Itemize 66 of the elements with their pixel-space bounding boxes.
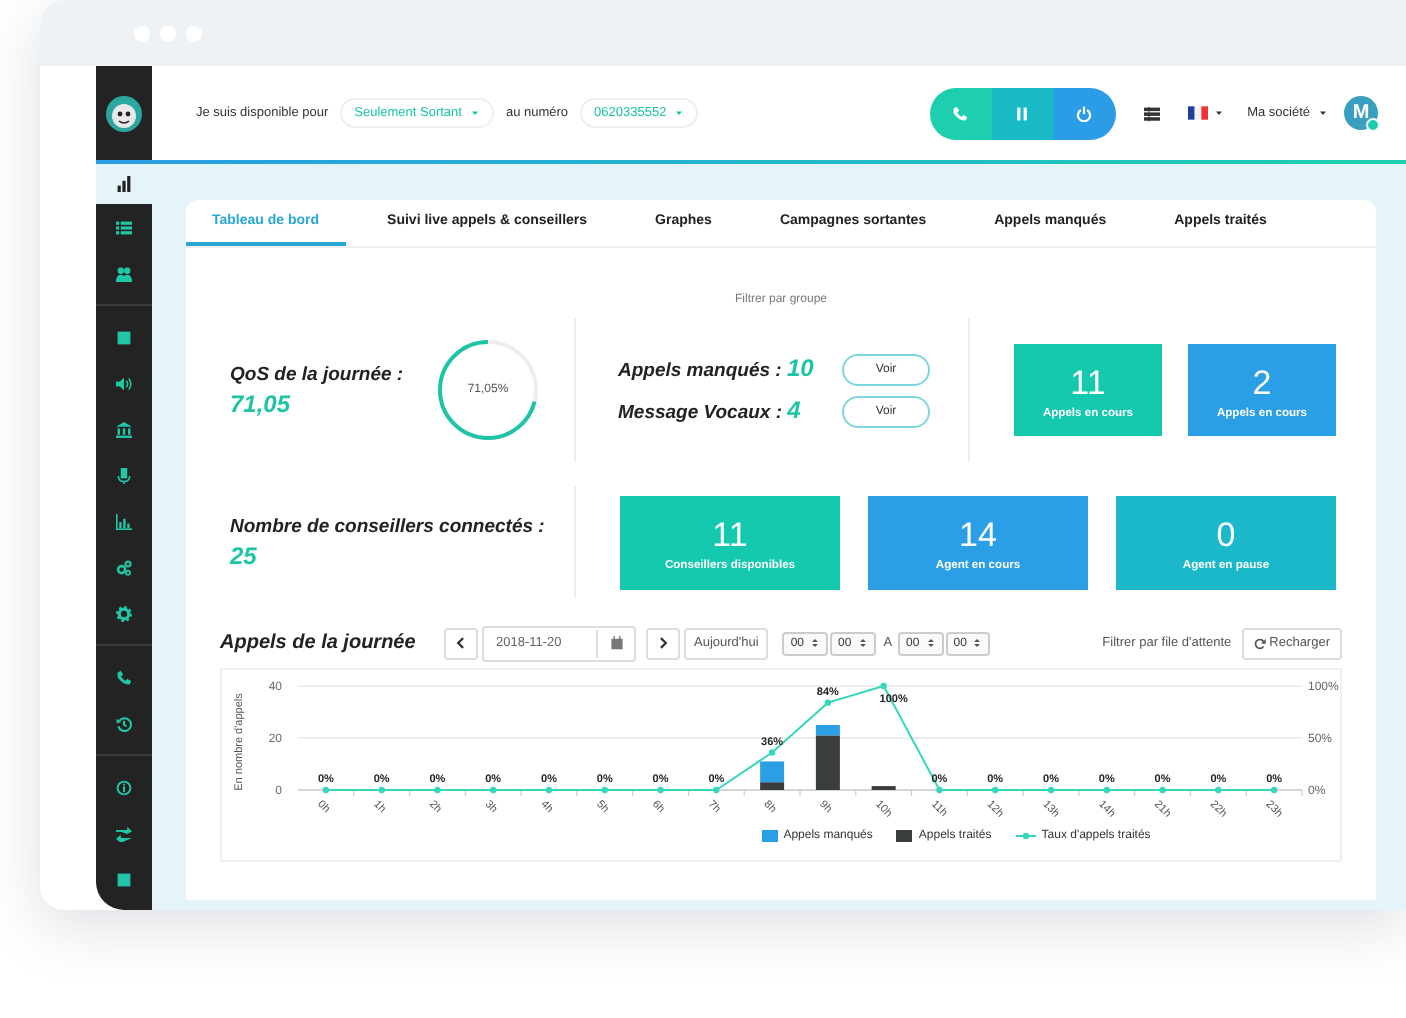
- spinner-icon: [925, 638, 936, 648]
- chart-point: [657, 786, 664, 794]
- users-icon: [116, 265, 132, 281]
- flag-icon: [1187, 106, 1208, 120]
- spinner-icon: [857, 638, 868, 648]
- refresh-icon: [1253, 637, 1266, 649]
- chart-point: [490, 786, 497, 794]
- chart-point: [601, 786, 608, 794]
- bar-chart-icon: [116, 176, 132, 192]
- info-icon: [116, 779, 132, 795]
- qos-text: QoS de la journée : 71,05: [230, 362, 404, 420]
- gear-icon: [116, 605, 132, 621]
- list-icon: [116, 219, 132, 235]
- stat-value: 14: [959, 517, 997, 553]
- sidebar-item[interactable]: [96, 164, 152, 204]
- speaker-icon: [116, 375, 132, 391]
- chart-point: [1103, 786, 1110, 794]
- phone-icon: [952, 105, 969, 121]
- cogs-icon: [116, 559, 132, 575]
- table-icon[interactable]: [1143, 105, 1160, 121]
- bank-icon: [116, 421, 132, 437]
- chevron-left-icon: [454, 636, 468, 650]
- chart-point: [1159, 786, 1166, 794]
- stat-value: 11: [712, 517, 748, 553]
- counter-text: Appels manqués : 10: [618, 353, 816, 385]
- pause-icon: [1014, 105, 1031, 121]
- chart-point: [434, 786, 441, 794]
- chart-point: [1270, 786, 1278, 794]
- next-day-button[interactable]: [646, 627, 680, 659]
- caret-icon: [469, 108, 480, 118]
- chart-point: [713, 786, 720, 794]
- chart-point: [378, 786, 385, 794]
- chart-point: [322, 786, 330, 794]
- spinner-icon: [972, 638, 983, 648]
- advisors-text: Nombre de conseillers connectés : 25: [227, 513, 547, 573]
- power-button[interactable]: [1053, 87, 1116, 139]
- legend-swatch: [896, 830, 913, 842]
- legend-swatch: [761, 830, 778, 842]
- chart-point: [936, 786, 943, 794]
- caret-icon: [1318, 108, 1328, 118]
- stat-value: 2: [1252, 365, 1272, 401]
- language-dropdown[interactable]: [1187, 106, 1224, 120]
- caret-icon: [1213, 108, 1224, 118]
- previous-day-button[interactable]: [444, 627, 478, 659]
- chevron-right-icon: [656, 636, 670, 650]
- chart-point: [824, 699, 832, 706]
- caret-icon: [674, 108, 685, 118]
- power-icon: [1076, 105, 1093, 121]
- spinner-icon: [810, 638, 821, 648]
- legend-line-swatch: [1015, 830, 1036, 842]
- chart-point: [1215, 786, 1222, 794]
- chart-point: [1047, 786, 1055, 794]
- chart-point: [768, 749, 776, 756]
- phone-icon: [116, 669, 132, 685]
- transfer-icon: [116, 825, 132, 841]
- chart-point: [992, 786, 999, 794]
- history-icon: [116, 715, 132, 731]
- section-title: Appels de la journée: [220, 632, 418, 654]
- line-chart-icon: [116, 513, 132, 529]
- stat-value: 11: [1070, 365, 1106, 401]
- microphone-icon: [116, 467, 132, 483]
- calendar-icon: [609, 636, 623, 650]
- chart-point: [880, 682, 887, 690]
- stat-value: 0: [1216, 517, 1236, 553]
- counter-text: Message Vocaux : 4: [618, 395, 803, 427]
- chart-point: [545, 786, 553, 794]
